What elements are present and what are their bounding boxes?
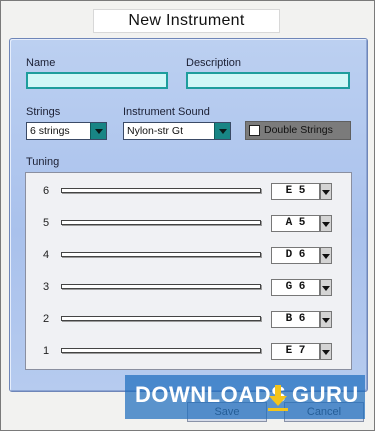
string-slider[interactable] [61, 284, 261, 289]
note-select[interactable]: A 5 [271, 215, 320, 232]
chevron-down-icon[interactable] [90, 123, 106, 139]
chevron-down-icon[interactable] [320, 343, 332, 360]
string-number: 3 [43, 281, 50, 293]
note-select[interactable]: G 6 [271, 279, 320, 296]
note-select[interactable]: D 6 [271, 247, 320, 264]
string-number: 6 [43, 185, 50, 197]
string-slider[interactable] [61, 188, 261, 193]
note-select[interactable]: E 7 [271, 343, 320, 360]
string-number: 1 [43, 345, 50, 357]
instrument-panel: Name Description Strings 6 strings Instr… [9, 38, 368, 392]
string-number: 5 [43, 217, 50, 229]
chevron-down-icon[interactable] [214, 123, 230, 139]
tuning-row: 2 B 6 [26, 311, 351, 329]
tuning-row: 5 A 5 [26, 215, 351, 233]
strings-dropdown[interactable]: 6 strings [26, 122, 107, 140]
watermark-text-guru: GURU [292, 382, 359, 407]
download-arrow-icon [268, 385, 288, 411]
double-strings-checkbox[interactable]: Double Strings [245, 121, 351, 140]
watermark-text: DOWNLOADS [135, 382, 287, 407]
dialog-title: New Instrument [93, 9, 280, 33]
new-instrument-dialog: New Instrument Name Description Strings … [0, 0, 375, 431]
checkbox-icon[interactable] [249, 125, 260, 136]
instrument-sound-label: Instrument Sound [123, 106, 210, 118]
double-strings-label: Double Strings [264, 124, 333, 136]
tuning-row: 1 E 7 [26, 343, 351, 361]
tuning-label: Tuning [26, 156, 60, 168]
tuning-row: 4 D 6 [26, 247, 351, 265]
note-select[interactable]: E 5 [271, 183, 320, 200]
string-number: 2 [43, 313, 50, 325]
string-slider[interactable] [61, 252, 261, 257]
chevron-down-icon[interactable] [320, 215, 332, 232]
instrument-sound-value: Nylon-str Gt [127, 125, 184, 137]
name-label: Name [26, 57, 56, 69]
note-select[interactable]: B 6 [271, 311, 320, 328]
chevron-down-icon[interactable] [320, 311, 332, 328]
strings-value: 6 strings [30, 125, 70, 137]
tuning-panel: 6 E 5 5 A 5 4 D 6 3 G 6 2 B 6 1 E 7 [25, 172, 352, 370]
description-input[interactable] [186, 72, 350, 89]
string-slider[interactable] [61, 316, 261, 321]
string-number: 4 [43, 249, 50, 261]
strings-label: Strings [26, 106, 61, 118]
chevron-down-icon[interactable] [320, 183, 332, 200]
string-slider[interactable] [61, 220, 261, 225]
description-label: Description [186, 57, 242, 69]
tuning-row: 3 G 6 [26, 279, 351, 297]
instrument-sound-dropdown[interactable]: Nylon-str Gt [123, 122, 231, 140]
name-input[interactable] [26, 72, 168, 89]
string-slider[interactable] [61, 348, 261, 353]
chevron-down-icon[interactable] [320, 279, 332, 296]
tuning-row: 6 E 5 [26, 183, 351, 201]
chevron-down-icon[interactable] [320, 247, 332, 264]
